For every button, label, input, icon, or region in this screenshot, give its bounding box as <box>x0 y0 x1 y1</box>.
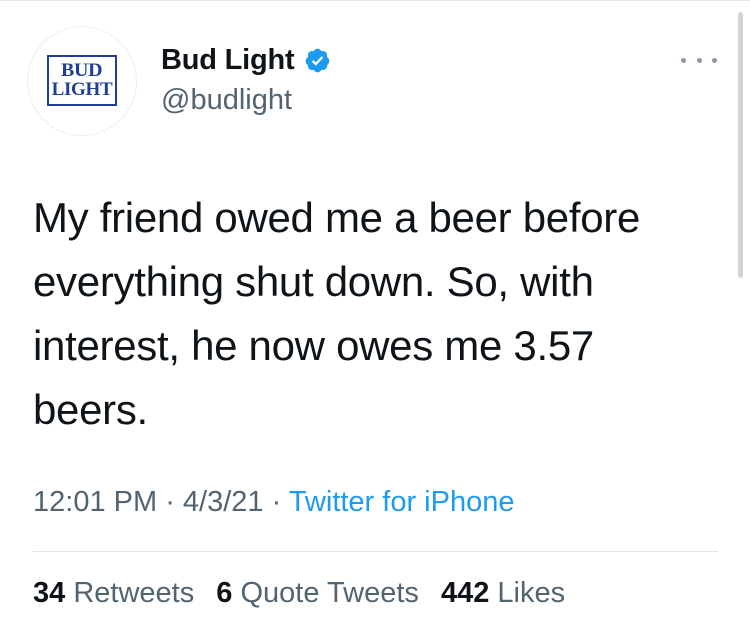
retweets-stat[interactable]: 34 Retweets <box>33 577 194 609</box>
tweet-text: My friend owed me a beer before everythi… <box>33 194 641 433</box>
tweet-meta: 12:01 PM · 4/3/21 · Twitter for iPhone <box>33 486 514 519</box>
retweets-label: Retweets <box>73 577 195 609</box>
bud-light-logo: BUD LIGHT <box>47 55 117 106</box>
tweet-source-link[interactable]: Twitter for iPhone <box>289 486 515 518</box>
scrollbar[interactable] <box>738 12 743 278</box>
more-dots-icon[interactable] <box>681 48 717 72</box>
quote-tweets-count: 6 <box>216 577 233 609</box>
dot <box>712 57 717 63</box>
top-divider <box>0 0 750 1</box>
display-name[interactable]: Bud Light <box>161 44 295 77</box>
stats-divider <box>33 551 718 552</box>
dot <box>696 57 702 63</box>
retweets-count: 34 <box>33 577 66 609</box>
tweet-date: 4/3/21 <box>182 486 264 518</box>
likes-count: 442 <box>440 577 490 609</box>
verified-badge-icon <box>305 48 329 72</box>
meta-separator: · <box>263 486 289 518</box>
quote-tweets-label: Quote Tweets <box>240 577 419 609</box>
meta-separator: · <box>157 486 183 518</box>
likes-stat[interactable]: 442 Likes <box>441 577 565 609</box>
logo-line-2: LIGHT <box>51 78 113 100</box>
dot <box>681 57 686 63</box>
author-name-row: Bud Light <box>161 40 331 80</box>
user-handle[interactable]: @budlight <box>161 84 292 117</box>
likes-label: Likes <box>497 577 566 609</box>
avatar[interactable]: BUD LIGHT <box>27 26 137 136</box>
logo-line-1: BUD <box>61 60 103 82</box>
quote-tweets-stat[interactable]: 6 Quote Tweets <box>216 577 419 609</box>
tweet-stats: 34 Retweets 6 Quote Tweets 442 Likes <box>33 577 579 610</box>
tweet-time: 12:01 PM <box>33 486 158 518</box>
